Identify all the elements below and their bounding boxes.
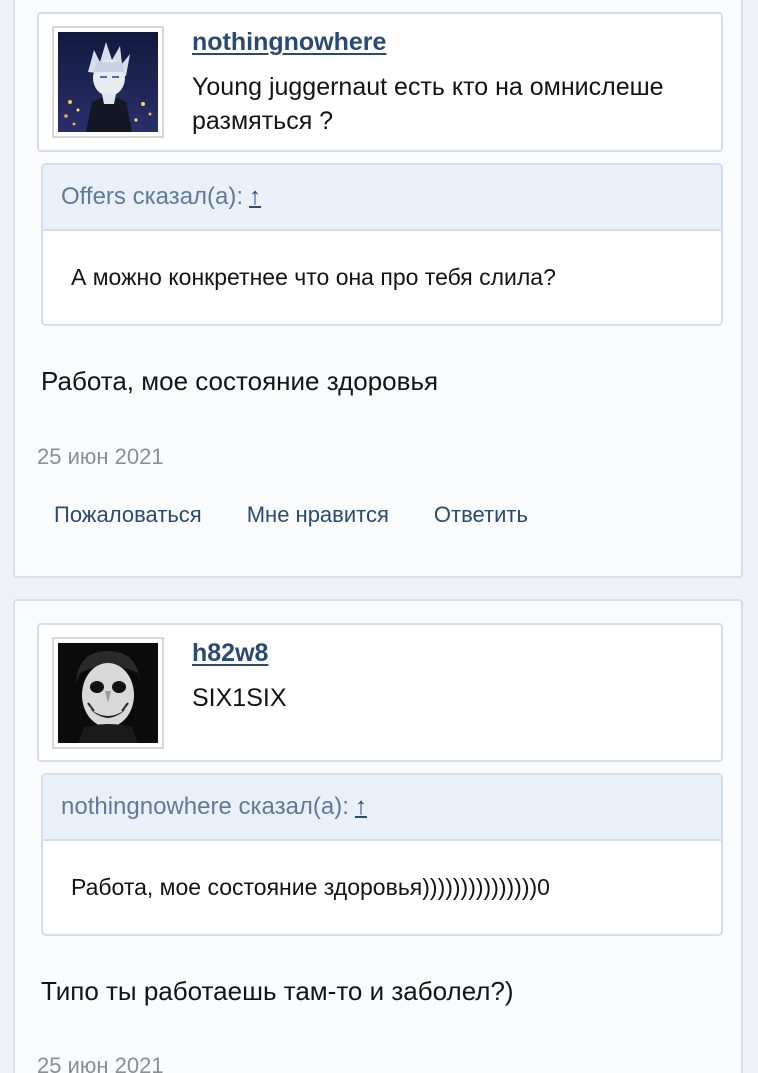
- thread-page: nothingnowhere Young juggernaut есть кто…: [0, 0, 758, 1073]
- quote-header: nothingnowhere сказал(а): ↑: [43, 775, 721, 841]
- avatar[interactable]: [52, 637, 164, 749]
- quote-text: А можно конкретнее что она про тебя слил…: [71, 264, 556, 290]
- quote-jump-arrow-icon[interactable]: ↑: [249, 183, 261, 211]
- post-body: Работа, мое состояние здоровья: [41, 366, 439, 396]
- user-card: h82w8 SIX1SIX: [37, 623, 723, 762]
- post-date[interactable]: 25 июн 2021: [37, 1053, 164, 1073]
- post-body: Типо ты работаешь там-то и заболел?): [41, 976, 514, 1006]
- user-card: nothingnowhere Young juggernaut есть кто…: [37, 12, 723, 152]
- user-title: SIX1SIX: [192, 684, 287, 712]
- quote-jump-arrow-icon[interactable]: ↑: [355, 793, 367, 821]
- report-button[interactable]: Пожаловаться: [54, 502, 202, 528]
- quote-block: Offers сказал(а): ↑ А можно конкретнее ч…: [41, 163, 723, 326]
- quote-text: Работа, мое состояние здоровья))))))))))…: [71, 874, 550, 900]
- quote-author: Offers сказал(а):: [61, 183, 244, 210]
- anime-character-avatar-icon: [58, 32, 158, 132]
- like-button[interactable]: Мне нравится: [247, 502, 389, 528]
- forum-post: h82w8 SIX1SIX nothingnowhere сказал(а): …: [13, 599, 743, 1073]
- reply-button[interactable]: Ответить: [434, 502, 528, 528]
- username-link[interactable]: h82w8: [192, 639, 268, 668]
- post-date[interactable]: 25 июн 2021: [37, 444, 164, 470]
- forum-post: nothingnowhere Young juggernaut есть кто…: [13, 0, 743, 578]
- quote-author: nothingnowhere сказал(а):: [61, 793, 349, 820]
- quote-header: Offers сказал(а): ↑: [43, 165, 721, 231]
- avatar[interactable]: [52, 26, 164, 138]
- username-link[interactable]: nothingnowhere: [192, 28, 386, 57]
- post-actions: Пожаловаться Мне нравится Ответить: [54, 502, 528, 528]
- user-title: Young juggernaut есть кто на омнислеше р…: [192, 73, 664, 135]
- joker-avatar-icon: [58, 643, 158, 743]
- quote-block: nothingnowhere сказал(а): ↑ Работа, мое …: [41, 773, 723, 936]
